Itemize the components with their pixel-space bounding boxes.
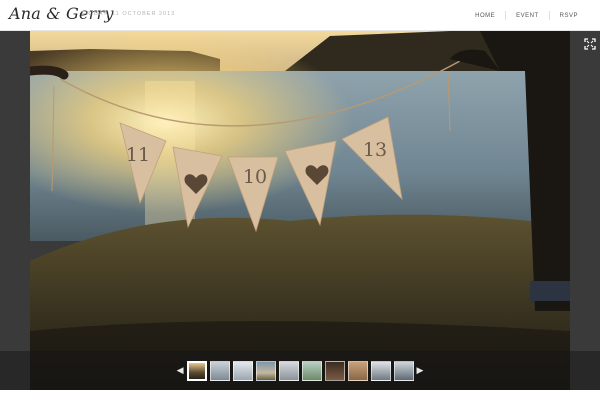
nav-event[interactable]: EVENT	[506, 13, 549, 19]
thumbnail[interactable]	[347, 360, 368, 381]
thumbnail[interactable]	[255, 360, 276, 381]
site-header: Ana & Gerry FRIDAY, 11 OCTOBER 2013 HOME…	[0, 0, 600, 31]
main-nav: HOME EVENT RSVP	[465, 0, 588, 31]
sunset-bunting-photo: 11 10 13	[30, 31, 570, 390]
chevron-left-icon[interactable]: ◀	[174, 365, 187, 376]
thumbnail[interactable]	[209, 360, 230, 381]
flag-number: 11	[126, 144, 150, 166]
fullscreen-button[interactable]	[584, 37, 596, 50]
thumbnail[interactable]	[370, 360, 391, 381]
flag-number: 10	[243, 166, 267, 188]
thumbnail[interactable]	[186, 360, 207, 381]
flag-number: 13	[363, 139, 387, 161]
chevron-right-icon[interactable]: ▶	[414, 365, 427, 376]
thumbnail-list	[186, 360, 414, 381]
gallery-stage: 11 10 13 ◀ ▶	[0, 31, 600, 390]
thumbnail[interactable]	[393, 360, 414, 381]
thumbnail[interactable]	[232, 360, 253, 381]
thumbnail[interactable]	[278, 360, 299, 381]
event-date: FRIDAY, 11 OCTOBER 2013	[82, 11, 176, 17]
nav-home[interactable]: HOME	[465, 13, 505, 19]
thumbnail[interactable]	[301, 360, 322, 381]
fullscreen-icon	[584, 38, 596, 50]
thumbnail[interactable]	[324, 360, 345, 381]
nav-rsvp[interactable]: RSVP	[550, 13, 588, 19]
thumbnail-strip: ◀ ▶	[0, 351, 600, 390]
gallery-photo[interactable]: 11 10 13	[30, 31, 570, 390]
page-footer	[0, 390, 600, 400]
